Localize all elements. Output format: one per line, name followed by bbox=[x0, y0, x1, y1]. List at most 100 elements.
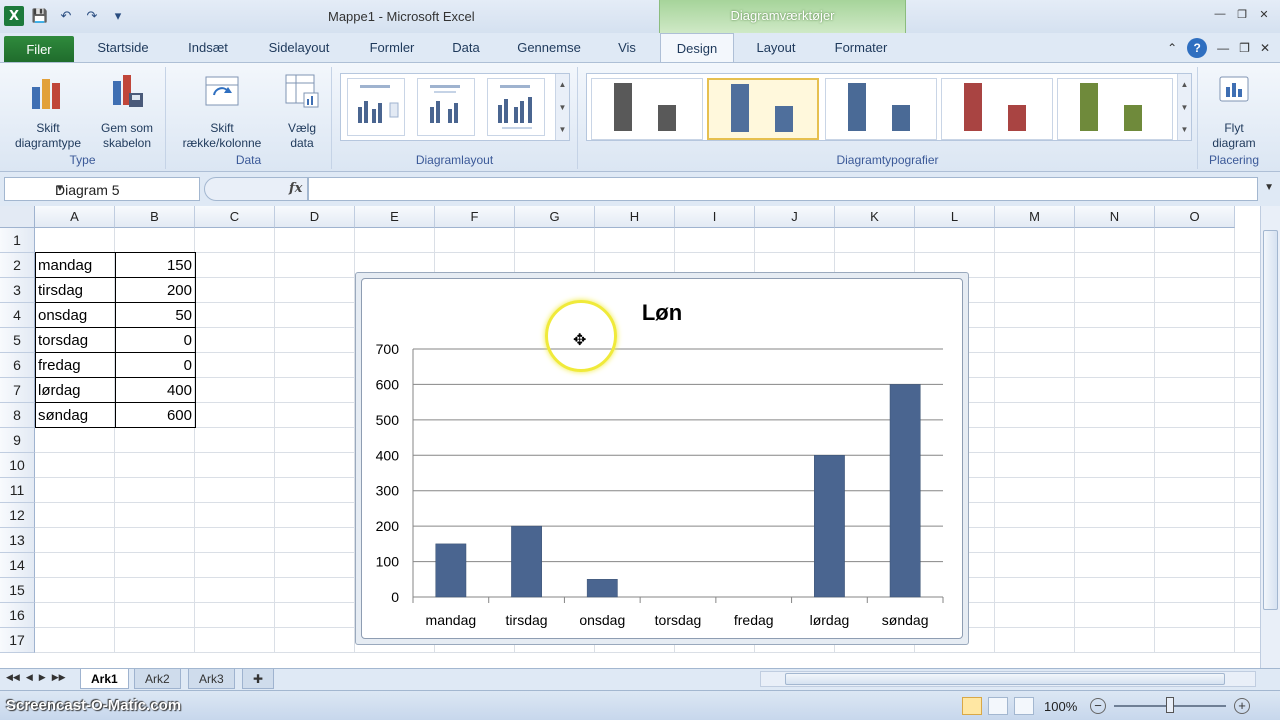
save-icon[interactable]: 💾 bbox=[30, 6, 50, 26]
row-header-12[interactable]: 12 bbox=[0, 503, 35, 528]
page-break-view-icon[interactable] bbox=[1014, 697, 1034, 715]
minimize-ribbon-icon[interactable]: ⌃ bbox=[1167, 41, 1177, 55]
row-header-6[interactable]: 6 bbox=[0, 353, 35, 378]
zoom-slider-knob[interactable] bbox=[1166, 697, 1174, 713]
row-header-1[interactable]: 1 bbox=[0, 228, 35, 253]
column-header-i[interactable]: I bbox=[675, 206, 755, 228]
tab-review[interactable]: Gennemse bbox=[504, 33, 594, 63]
sheet-tab-ark1[interactable]: Ark1 bbox=[80, 669, 129, 689]
move-chart-button[interactable]: Flyt diagram bbox=[1204, 71, 1264, 151]
layout-thumb-3[interactable] bbox=[487, 78, 545, 136]
tab-page-layout[interactable]: Sidelayout bbox=[254, 33, 344, 63]
row-header-10[interactable]: 10 bbox=[0, 453, 35, 478]
select-all-corner[interactable] bbox=[0, 206, 35, 228]
row-header-17[interactable]: 17 bbox=[0, 628, 35, 653]
first-sheet-icon[interactable]: ◀◀ bbox=[6, 672, 20, 683]
column-header-m[interactable]: M bbox=[995, 206, 1075, 228]
excel-logo-icon[interactable]: X bbox=[4, 6, 24, 26]
column-header-l[interactable]: L bbox=[915, 206, 995, 228]
row-header-8[interactable]: 8 bbox=[0, 403, 35, 428]
column-header-b[interactable]: B bbox=[115, 206, 195, 228]
save-as-template-button[interactable]: Gem som skabelon bbox=[92, 71, 162, 151]
zoom-level[interactable]: 100% bbox=[1044, 699, 1077, 714]
zoom-out-icon[interactable]: − bbox=[1090, 698, 1106, 714]
row-header-9[interactable]: 9 bbox=[0, 428, 35, 453]
row-header-7[interactable]: 7 bbox=[0, 378, 35, 403]
zoom-in-icon[interactable]: + bbox=[1234, 698, 1250, 714]
name-box[interactable]: Diagram 5 ▼ bbox=[4, 177, 200, 201]
tab-layout[interactable]: Layout bbox=[742, 33, 810, 63]
prev-sheet-icon[interactable]: ◀ bbox=[26, 672, 33, 683]
layout-thumb-1[interactable] bbox=[347, 78, 405, 136]
doc-close-icon[interactable]: ✕ bbox=[1260, 41, 1270, 55]
column-header-g[interactable]: G bbox=[515, 206, 595, 228]
tab-formulas[interactable]: Formler bbox=[356, 33, 428, 63]
select-data-button[interactable]: Vælg data bbox=[276, 71, 328, 151]
name-box-dropdown-icon[interactable]: ▼ bbox=[55, 183, 193, 194]
row-header-5[interactable]: 5 bbox=[0, 328, 35, 353]
column-header-j[interactable]: J bbox=[755, 206, 835, 228]
column-header-c[interactable]: C bbox=[195, 206, 275, 228]
expand-formula-bar-icon[interactable]: ▼ bbox=[1264, 182, 1274, 193]
row-header-16[interactable]: 16 bbox=[0, 603, 35, 628]
next-sheet-icon[interactable]: ▶ bbox=[39, 672, 46, 683]
page-layout-view-icon[interactable] bbox=[988, 697, 1008, 715]
tab-insert[interactable]: Indsæt bbox=[172, 33, 244, 63]
doc-restore-icon[interactable]: ❐ bbox=[1239, 41, 1250, 55]
sheet-tab-ark3[interactable]: Ark3 bbox=[188, 669, 235, 689]
customize-toolbar-icon[interactable]: ▾ bbox=[108, 6, 128, 26]
y-tick-label: 600 bbox=[376, 376, 400, 392]
sheet-tab-ark2[interactable]: Ark2 bbox=[134, 669, 181, 689]
formula-input[interactable] bbox=[308, 177, 1258, 201]
vertical-scroll-thumb[interactable] bbox=[1263, 230, 1278, 610]
style-gallery-scroll[interactable]: ▲ ▼ ▼ bbox=[1177, 74, 1191, 140]
minimize-icon[interactable]: — bbox=[1212, 6, 1228, 22]
row-header-13[interactable]: 13 bbox=[0, 528, 35, 553]
row-header-3[interactable]: 3 bbox=[0, 278, 35, 303]
insert-function-icon[interactable]: fx bbox=[289, 181, 302, 196]
close-icon[interactable]: ✕ bbox=[1256, 6, 1272, 22]
bar-chart[interactable]: Løn 0 100 200 300 400 500 600 700 mandag tirsdag on… bbox=[361, 278, 963, 639]
horizontal-scroll-thumb[interactable] bbox=[785, 673, 1225, 685]
column-header-n[interactable]: N bbox=[1075, 206, 1155, 228]
grid-line-vertical bbox=[1074, 228, 1075, 653]
tab-format[interactable]: Formater bbox=[820, 33, 902, 63]
row-header-14[interactable]: 14 bbox=[0, 553, 35, 578]
style-thumb-5[interactable] bbox=[1057, 78, 1173, 140]
redo-icon[interactable]: ↷ bbox=[82, 6, 102, 26]
tab-data[interactable]: Data bbox=[440, 33, 492, 63]
style-thumb-4[interactable] bbox=[941, 78, 1053, 140]
column-header-a[interactable]: A bbox=[35, 206, 115, 228]
restore-icon[interactable]: ❐ bbox=[1234, 6, 1250, 22]
column-header-h[interactable]: H bbox=[595, 206, 675, 228]
row-header-11[interactable]: 11 bbox=[0, 478, 35, 503]
style-thumb-1[interactable] bbox=[591, 78, 703, 140]
style-thumb-3[interactable] bbox=[825, 78, 937, 140]
tab-file[interactable]: Filer bbox=[4, 36, 74, 63]
x-tick-label: fredag bbox=[734, 612, 774, 628]
normal-view-icon[interactable] bbox=[962, 697, 982, 715]
row-header-15[interactable]: 15 bbox=[0, 578, 35, 603]
column-header-o[interactable]: O bbox=[1155, 206, 1235, 228]
last-sheet-icon[interactable]: ▶▶ bbox=[52, 672, 66, 683]
tab-home[interactable]: Startside bbox=[84, 33, 162, 63]
row-header-4[interactable]: 4 bbox=[0, 303, 35, 328]
column-header-k[interactable]: K bbox=[835, 206, 915, 228]
column-header-e[interactable]: E bbox=[355, 206, 435, 228]
insert-sheet-icon[interactable]: ✚ bbox=[242, 669, 275, 689]
column-header-f[interactable]: F bbox=[435, 206, 515, 228]
layout-gallery-scroll[interactable]: ▲ ▼ ▼ bbox=[555, 74, 569, 140]
help-icon[interactable]: ? bbox=[1187, 38, 1208, 58]
layout-thumb-2[interactable] bbox=[417, 78, 475, 136]
style-thumb-2[interactable] bbox=[707, 78, 819, 140]
undo-icon[interactable]: ↶ bbox=[56, 6, 76, 26]
horizontal-scrollbar[interactable] bbox=[760, 671, 1256, 687]
tab-view[interactable]: Vis bbox=[604, 33, 650, 63]
column-header-d[interactable]: D bbox=[275, 206, 355, 228]
row-header-2[interactable]: 2 bbox=[0, 253, 35, 278]
tab-design[interactable]: Design bbox=[660, 33, 734, 64]
vertical-scrollbar[interactable] bbox=[1260, 206, 1280, 668]
doc-minimize-icon[interactable]: — bbox=[1217, 41, 1229, 55]
change-chart-type-button[interactable]: Skift diagramtype bbox=[8, 71, 88, 151]
switch-row-column-button[interactable]: Skift række/kolonne bbox=[170, 71, 274, 151]
